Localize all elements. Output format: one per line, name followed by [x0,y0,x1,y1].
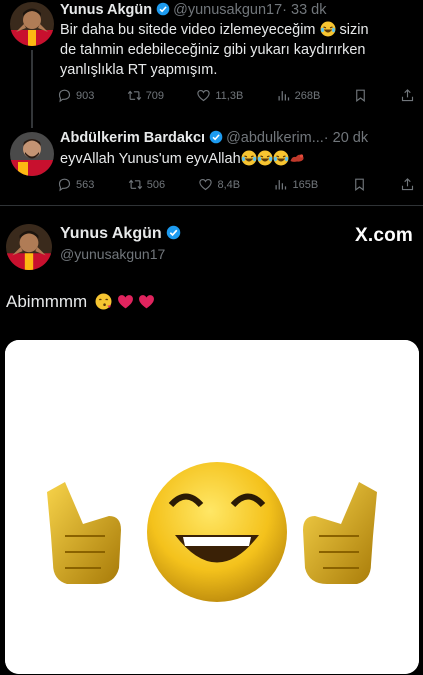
views-count: 165B [292,178,319,191]
tweet-1-header: Yunus Akgün @yunusakgun17· 33 dk [60,2,327,18]
retweet-icon [128,179,142,190]
retweet-count: 709 [145,89,165,102]
bookmark-icon [354,178,364,191]
views-icon [278,91,289,101]
like-count: 8,4B [217,178,241,191]
laughing-emoji-icon [257,150,273,166]
reply-count: 563 [76,178,95,191]
author-handle[interactable]: @abdulkerim... [226,130,324,146]
laughing-emoji-icon [241,150,257,166]
red-heart-icon [139,295,155,309]
flexed-biceps-emoji-icon [290,154,304,162]
retweet-icon [127,90,141,101]
retweet-count: 506 [146,178,166,191]
views-icon [275,180,287,190]
share-icon [401,178,413,191]
quote-text: Abimmmm [6,292,155,312]
tweet-text-line: sizin [335,22,369,38]
tweet-text-line: de tahmin edebileceğiniz gibi yukarı kay… [60,42,366,58]
quote-author-name-text: Yunus Akgün [60,225,162,242]
retweet-button[interactable]: 506 [128,177,165,192]
divider [0,205,423,206]
pixel-smiley-pointing-image [5,340,419,674]
like-button[interactable]: 8,4B [198,177,240,192]
like-count: 11,3B [215,89,244,102]
reply-icon [58,178,71,192]
reply-button[interactable]: 563 [57,177,94,192]
media-image[interactable] [5,340,419,674]
reply-icon [58,89,71,103]
author-handle[interactable]: @yunusakgun17 [173,2,282,18]
like-icon [199,178,213,191]
views-button[interactable]: 165B [273,177,318,192]
quote-author-handle[interactable]: @yunusakgun17 [60,246,165,262]
laughing-emoji-icon [320,21,336,37]
author-name[interactable]: Abdülkerim Bardakcı [60,130,205,146]
thread-line [31,50,33,128]
like-button[interactable]: 11,3B [196,88,243,103]
red-heart-icon [117,295,133,309]
share-button[interactable] [400,177,415,192]
quote-text-content: Abimmmm [6,292,88,311]
views-button[interactable]: 268B [276,88,321,103]
share-icon [401,89,414,102]
reply-count: 903 [76,89,95,102]
tweet-2-actions: 563 506 8,4B 165B [57,177,415,192]
laughing-emoji-icon [273,150,289,166]
avatar-abdulkerim-bardakci[interactable] [10,132,54,176]
bookmark-icon [355,89,365,102]
tweet-2-header: Abdülkerim Bardakcı @abdulkerim...· 20 dk [60,130,368,146]
x-logo: X.com [354,225,413,246]
author-name[interactable]: Yunus Akgün [60,2,152,18]
like-icon [197,89,211,102]
tweet-2-text: eyvAllah Yunus'um eyvAllah [60,149,305,169]
bookmark-button[interactable] [352,177,367,192]
tweet-1-text: Bir daha bu sitede video izlemeyeceğim s… [60,20,369,80]
verified-badge-icon [209,130,223,144]
tweet-1-actions: 903 709 11,3B 268B [57,88,415,103]
avatar-yunus-akgun[interactable] [6,224,52,270]
quote-author-name[interactable]: Yunus Akgün [60,225,184,243]
tweet-text-line: yanlışlıkla RT yapmışım. [60,62,218,78]
share-button[interactable] [400,88,415,103]
tweet-time[interactable]: · 20 dk [324,130,368,146]
bookmark-button[interactable] [353,88,368,103]
avatar-yunus-akgun[interactable] [10,2,54,46]
retweet-button[interactable]: 709 [127,88,164,103]
views-count: 268B [294,89,321,102]
tweet-text-line: Bir daha bu sitede video izlemeyeceğim [60,22,316,38]
verified-badge-icon [166,225,180,240]
tweet-text-line: eyvAllah Yunus'um eyvAllah [60,151,241,167]
tweet-time[interactable]: · 33 dk [282,2,326,18]
reply-button[interactable]: 903 [57,88,94,103]
face-blowing-kiss-emoji-icon [95,293,112,310]
verified-badge-icon [156,2,170,16]
